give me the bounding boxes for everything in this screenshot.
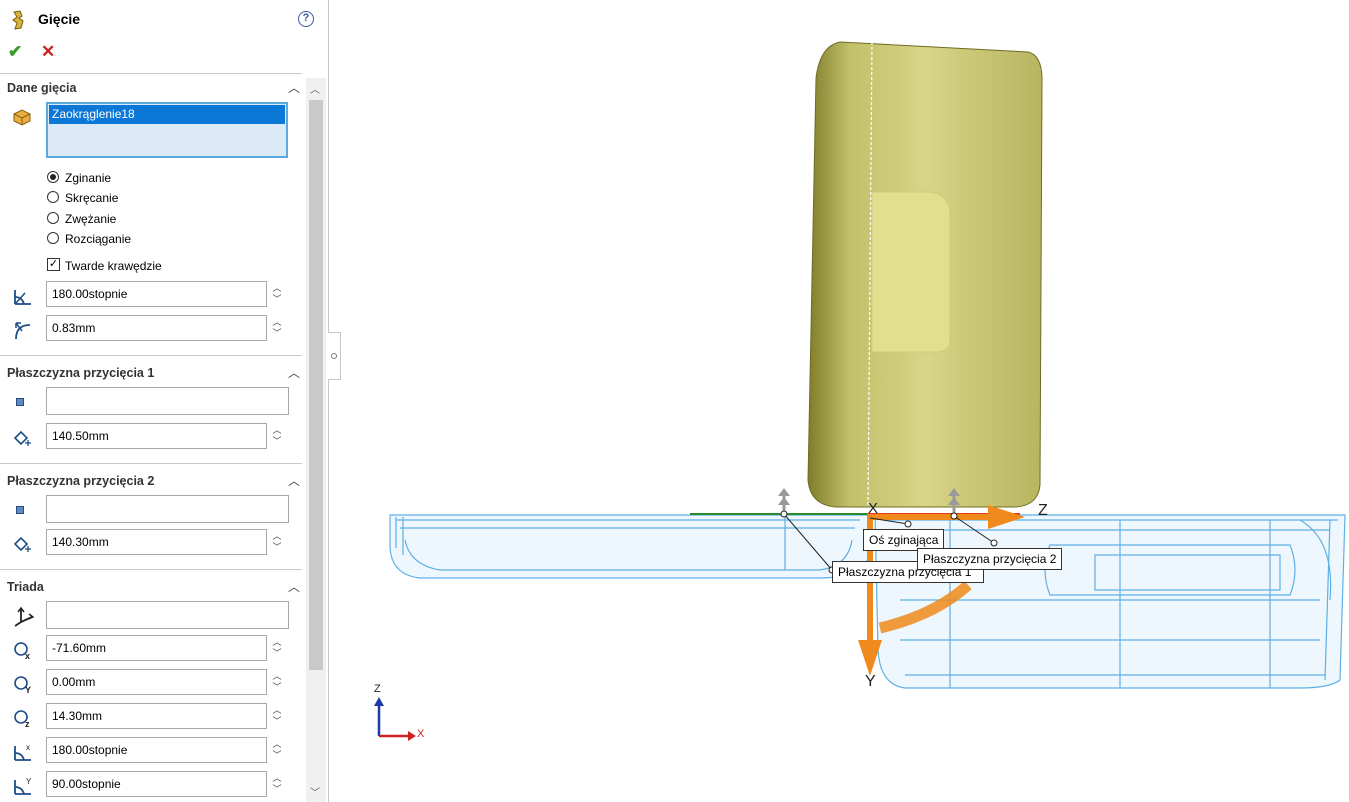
svg-text:x: x [26,743,30,752]
panel-scrollbar[interactable]: ︿ ﹀ [306,78,326,802]
bend-radius-icon [15,322,31,340]
view-orientation-triad [374,697,416,741]
svg-text:Y: Y [26,777,32,786]
triad-z-field[interactable]: 14.30mm [46,703,267,729]
ok-icon[interactable]: ✔ [8,42,22,62]
orientation-x-label: X [417,728,425,740]
radio-label-stretching: Rozciąganie [65,232,132,246]
radius-stepper[interactable]: ︿ ﹀ [270,317,284,339]
trim-plane-2-distance[interactable]: 140.30mm [46,529,267,555]
body-selection-list[interactable]: Zaokrąglenie18 [46,102,288,158]
divider [0,73,302,74]
callout-trim-plane-2[interactable]: Płaszczyzna przycięcia 2 [917,548,1063,570]
collapse-chevron-icon[interactable]: ︿ [288,364,300,381]
plane-reference-icon [16,398,24,406]
panel-header: Gięcie ? [0,0,328,40]
triad-x-icon: x [14,642,30,661]
svg-text:x: x [25,651,30,661]
section-title-trim-plane-2[interactable]: Płaszczyzna przycięcia 2 [7,474,154,488]
radio-stretching[interactable] [47,232,59,244]
bend-angle-icon [14,290,31,305]
collapse-chevron-icon[interactable]: ︿ [288,472,300,489]
body-select-icon [13,109,31,126]
scroll-up-icon[interactable]: ︿ [310,81,320,96]
triad-axis-x-label: X [868,500,879,517]
y-stepper[interactable]: ︿ ﹀ [270,671,284,693]
svg-text:z: z [25,719,30,729]
distance-stepper[interactable]: ︿ ﹀ [270,425,284,447]
radio-label-tapering: Zwężanie [65,212,117,226]
hard-edges-checkbox[interactable]: ✓ [47,258,60,271]
orientation-z-label: Z [374,683,381,695]
property-manager-panel: Gięcie ? ✔ ✕ Dane gięcia ︿ Zaokrąglenie1… [0,0,329,802]
radio-label-bending: Zginanie [65,171,112,185]
section-title-bend-data[interactable]: Dane gięcia [7,81,76,95]
triad-x-field[interactable]: -71.60mm [46,635,267,661]
triad-y-field[interactable]: 0.00mm [46,669,267,695]
panel-title: Gięcie [38,11,81,27]
z-stepper[interactable]: ︿ ﹀ [270,705,284,727]
trim-plane-1-distance[interactable]: 140.50mm [46,423,267,449]
distance-stepper[interactable]: ︿ ﹀ [270,531,284,553]
svg-text:Y: Y [25,685,31,695]
graphics-viewport[interactable]: Oś zginająca Płaszczyzna przycięcia 1 Pł… [330,0,1349,802]
rotate-x-field[interactable]: 180.00stopnie [46,737,267,763]
trim-plane-2-reference[interactable] [46,495,289,523]
x-stepper[interactable]: ︿ ﹀ [270,637,284,659]
triad-reference-icon [14,606,34,627]
scroll-thumb[interactable] [309,100,323,670]
hard-edges-label: Twarde krawędzie [65,259,162,273]
triad-reference[interactable] [46,601,289,629]
rotate-y-field[interactable]: 90.00stopnie [46,771,267,797]
collapse-chevron-icon[interactable]: ︿ [288,79,300,96]
divider [0,355,302,356]
divider [0,569,302,570]
section-title-triad[interactable]: Triada [7,580,44,594]
section-title-trim-plane-1[interactable]: Płaszczyzna przycięcia 1 [7,366,154,380]
scroll-down-icon[interactable]: ﹀ [310,784,320,799]
triad-axis-z-label: Z [1038,502,1048,519]
flex-feature-icon [12,10,24,30]
divider [0,463,302,464]
collapse-chevron-icon[interactable]: ︿ [288,578,300,595]
list-item[interactable]: Zaokrąglenie18 [49,105,285,124]
rotate-x-icon: x [14,743,31,761]
radio-label-twisting: Skręcanie [65,191,119,205]
angle-stepper[interactable]: ︿ ﹀ [270,283,284,305]
plane-distance-icon [13,536,31,552]
radio-bending[interactable] [47,171,59,183]
bend-radius-field[interactable]: 0.83mm [46,315,267,341]
bend-angle-field[interactable]: 180.00stopnie [46,281,267,307]
flexed-body [807,41,1043,508]
cancel-icon[interactable]: ✕ [41,42,55,62]
trim-plane-1-reference[interactable] [46,387,289,415]
radio-tapering[interactable] [47,212,59,224]
radio-twisting[interactable] [47,191,59,203]
rot-x-stepper[interactable]: ︿ ﹀ [270,739,284,761]
triad-z-icon: z [14,710,30,729]
model-view[interactable] [330,0,1349,802]
rotate-y-icon: Y [14,777,32,795]
plane-reference-icon [16,506,24,514]
triad-y-icon: Y [14,676,31,695]
plane-distance-icon [13,430,31,446]
wireframe-body-left [389,514,871,579]
help-icon[interactable]: ? [298,11,314,27]
rot-y-stepper[interactable]: ︿ ﹀ [270,773,284,795]
triad-axis-y-label: Y [865,673,876,690]
